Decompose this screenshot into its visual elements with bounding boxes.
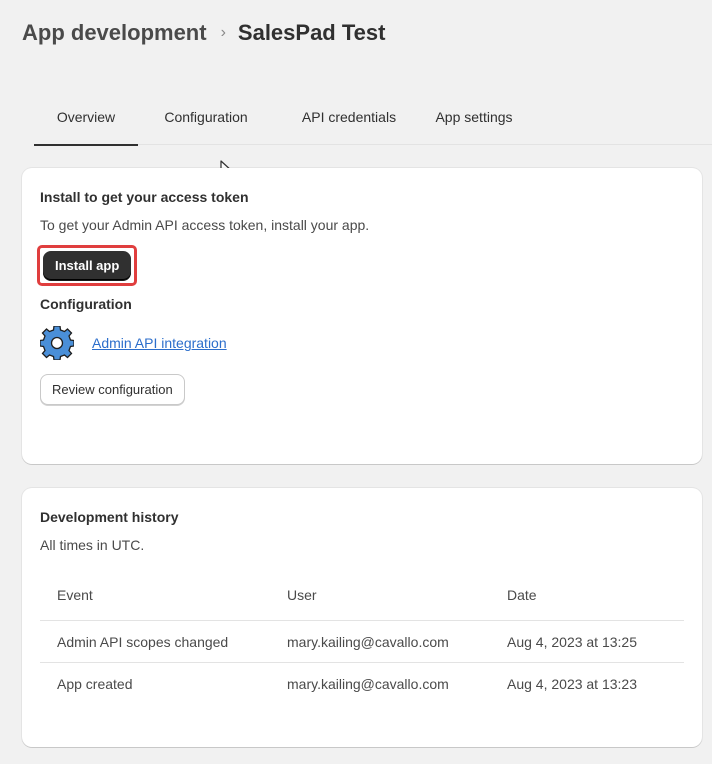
gear-icon (40, 326, 74, 360)
breadcrumb-app-development[interactable]: App development (22, 20, 207, 46)
tab-bar: Overview Configuration API credentials A… (34, 97, 712, 146)
review-configuration-button[interactable]: Review configuration (40, 374, 185, 405)
integration-row: Admin API integration (40, 326, 684, 360)
table-row: App created mary.kailing@cavallo.com Aug… (40, 663, 684, 705)
breadcrumb: App development › SalesPad Test (22, 20, 385, 46)
admin-api-integration-link[interactable]: Admin API integration (92, 335, 227, 351)
cell-user: mary.kailing@cavallo.com (287, 676, 449, 692)
history-card-subtitle: All times in UTC. (40, 537, 145, 553)
column-header-date: Date (490, 587, 684, 621)
tab-configuration[interactable]: Configuration (138, 97, 274, 145)
tab-overview[interactable]: Overview (34, 97, 138, 146)
install-card-title: Install to get your access token (40, 189, 249, 205)
install-app-button[interactable]: Install app (43, 251, 132, 280)
tab-app-settings[interactable]: App settings (424, 97, 524, 145)
history-table: Event User Date Admin API scopes changed… (40, 587, 684, 704)
configuration-title: Configuration (40, 296, 132, 312)
development-history-card: Development history All times in UTC. Ev… (22, 488, 702, 747)
cell-event: App created (57, 676, 133, 692)
table-header-row: Event User Date (40, 587, 684, 621)
cell-date: Aug 4, 2023 at 13:23 (507, 676, 637, 692)
install-card-description: To get your Admin API access token, inst… (40, 217, 370, 233)
table-row: Admin API scopes changed mary.kailing@ca… (40, 620, 684, 663)
cell-date: Aug 4, 2023 at 13:25 (490, 620, 684, 663)
column-header-user: User (270, 587, 490, 621)
column-header-event: Event (40, 587, 270, 621)
install-highlight: Install app (37, 245, 138, 286)
page-title: SalesPad Test (237, 20, 386, 45)
history-card-title: Development history (40, 509, 179, 525)
chevron-right-icon: › (220, 24, 226, 41)
install-card: Install to get your access token To get … (22, 168, 702, 464)
tab-api-credentials[interactable]: API credentials (274, 97, 424, 145)
cell-user: mary.kailing@cavallo.com (270, 620, 490, 663)
cell-event: Admin API scopes changed (40, 620, 270, 663)
